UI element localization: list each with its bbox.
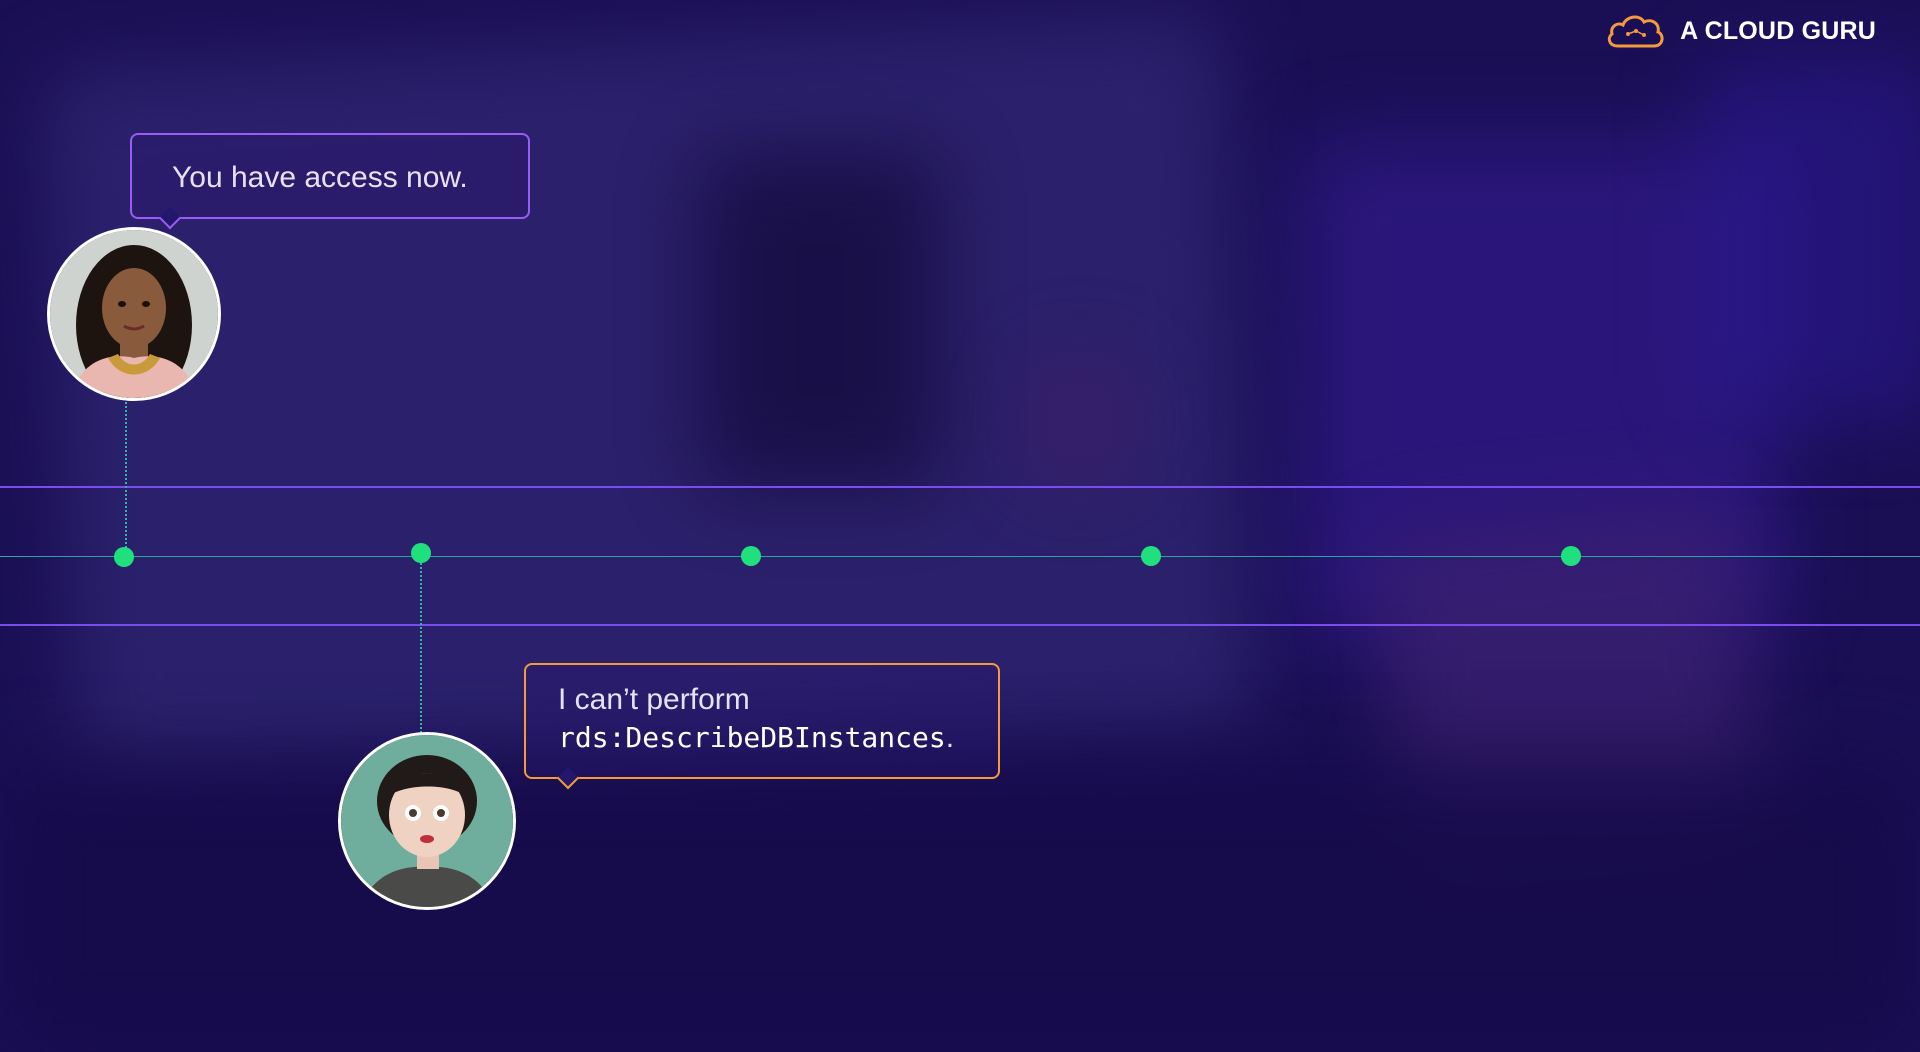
- message-text: You have access now.: [172, 161, 468, 194]
- timeline-dot: [114, 547, 134, 567]
- video-frame: A CLOUD GURU You have access now. I can’…: [0, 0, 1920, 1052]
- timeline-dot: [1141, 546, 1161, 566]
- background-shape: [1030, 360, 1130, 480]
- message-code-line: rds:DescribeDBInstances.: [558, 721, 954, 755]
- brand-logo: A CLOUD GURU: [1604, 12, 1876, 50]
- message-suffix: .: [945, 721, 955, 754]
- timeline-dot: [411, 543, 431, 563]
- timeline-top-boundary: [0, 486, 1920, 488]
- connector-bottom: [420, 556, 422, 736]
- speech-bubble-bottom: I can’t perform rds:DescribeDBInstances.: [524, 663, 1000, 790]
- api-action-code: rds:DescribeDBInstances: [558, 721, 946, 754]
- woman-cartoon-avatar-icon: [338, 732, 516, 910]
- woman-avatar-icon: [47, 227, 221, 401]
- timeline-dot: [741, 546, 761, 566]
- timeline-dot: [1561, 546, 1581, 566]
- background-shape: [700, 150, 940, 490]
- brand-name: A CLOUD GURU: [1680, 16, 1876, 45]
- background-shape: [0, 760, 1920, 1052]
- background-shape: [1700, 60, 1920, 420]
- connector-top: [125, 402, 127, 556]
- message-text: I can’t perform: [558, 683, 750, 716]
- cloud-icon: [1607, 15, 1664, 48]
- message-content: I can’t perform rds:DescribeDBInstances.: [558, 683, 954, 755]
- timeline-bottom-boundary: [0, 624, 1920, 626]
- speech-bubble-top: You have access now.: [130, 133, 530, 230]
- timeline-axis: [0, 556, 1920, 557]
